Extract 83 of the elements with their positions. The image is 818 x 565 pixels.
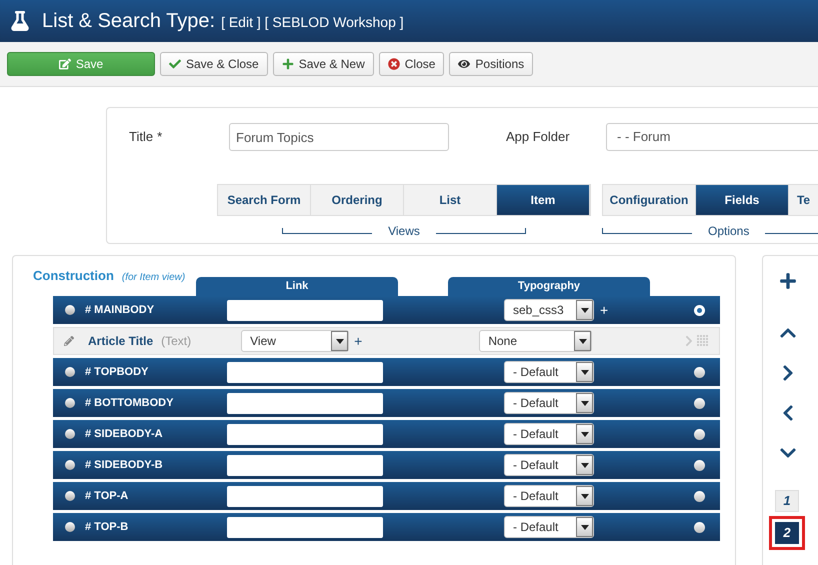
toolbar-button[interactable]: Close bbox=[378, 52, 444, 76]
position-radio[interactable] bbox=[694, 522, 705, 532]
link-input[interactable] bbox=[227, 516, 383, 538]
caret-icon bbox=[576, 424, 593, 444]
expand-toggle[interactable] bbox=[65, 522, 75, 532]
link-select[interactable]: View bbox=[241, 330, 350, 352]
construction-title: Construction bbox=[33, 267, 114, 285]
expand-toggle[interactable] bbox=[65, 398, 75, 408]
title-label: Title bbox=[129, 128, 154, 146]
add-link[interactable]: + bbox=[600, 300, 608, 320]
field-row[interactable]: Article Title (Text) View + None bbox=[53, 327, 720, 355]
typography-select[interactable]: - Default bbox=[504, 516, 594, 538]
position-name: # TOPBODY bbox=[85, 364, 150, 380]
field-type: (Text) bbox=[161, 333, 192, 350]
required-mark: * bbox=[157, 128, 162, 146]
close-icon bbox=[388, 58, 400, 70]
caret-icon bbox=[576, 393, 593, 413]
pencil-icon bbox=[64, 336, 74, 346]
view-tab[interactable]: Fields bbox=[696, 185, 789, 215]
view-tab[interactable]: Te bbox=[789, 185, 818, 215]
plus-icon bbox=[282, 58, 294, 70]
add-icon[interactable] bbox=[779, 272, 797, 290]
link-input[interactable] bbox=[227, 486, 383, 506]
expand-toggle[interactable] bbox=[65, 305, 75, 315]
position-name: # SIDEBODY-B bbox=[85, 458, 164, 473]
app-folder-select[interactable]: - - Forum bbox=[606, 123, 818, 151]
expand-toggle[interactable] bbox=[65, 367, 75, 377]
link-input[interactable] bbox=[227, 300, 383, 320]
position-radio[interactable] bbox=[694, 398, 705, 408]
typography-select[interactable]: - Default bbox=[504, 485, 594, 507]
app-folder-label: App Folder bbox=[506, 128, 571, 146]
title-input[interactable]: Forum Topics bbox=[229, 123, 449, 151]
caret-icon bbox=[331, 331, 348, 351]
expand-toggle[interactable] bbox=[65, 491, 75, 501]
view-tab[interactable]: Ordering bbox=[311, 185, 404, 215]
position-radio[interactable] bbox=[694, 460, 705, 470]
position-radio[interactable] bbox=[694, 304, 705, 316]
link-input[interactable] bbox=[227, 454, 383, 476]
position-radio[interactable] bbox=[694, 428, 705, 440]
typography-select[interactable]: seb_css3 bbox=[504, 299, 594, 321]
group-label: Options bbox=[708, 223, 750, 240]
check-icon bbox=[169, 58, 181, 70]
view-tab[interactable]: List bbox=[404, 185, 497, 215]
page-title: List & Search Type: bbox=[42, 9, 216, 34]
expand-toggle[interactable] bbox=[65, 460, 75, 470]
typography-select[interactable]: - Default bbox=[504, 361, 594, 383]
position-name: # SIDEBODY-A bbox=[85, 426, 164, 442]
typography-select[interactable]: - Default bbox=[504, 454, 594, 476]
typography-select[interactable]: - Default bbox=[504, 423, 594, 445]
position-radio[interactable] bbox=[694, 490, 705, 502]
position-radio[interactable] bbox=[694, 366, 705, 378]
caret-icon bbox=[576, 300, 593, 320]
view-tab[interactable]: Search Form bbox=[218, 185, 311, 215]
toolbar-button[interactable]: Save & Close bbox=[160, 52, 268, 76]
caret-icon bbox=[576, 486, 593, 506]
add-link[interactable]: + bbox=[354, 330, 362, 352]
page-button[interactable]: 1 bbox=[775, 490, 799, 512]
caret-icon bbox=[576, 455, 593, 475]
typography-select[interactable]: - Default bbox=[504, 392, 594, 414]
toolbar-button[interactable]: Save & New bbox=[272, 52, 374, 76]
position-name: # MAINBODY bbox=[85, 302, 156, 318]
view-tab[interactable]: Item bbox=[497, 185, 590, 215]
edit-icon bbox=[58, 58, 71, 70]
group-label: Views bbox=[388, 223, 420, 240]
link-input[interactable] bbox=[227, 362, 383, 382]
position-name: # TOP-B bbox=[85, 520, 130, 535]
page-button[interactable]: 2 bbox=[775, 522, 799, 544]
construction-subtitle: (for Item view) bbox=[122, 271, 186, 285]
position-name: # BOTTOMBODY bbox=[85, 396, 174, 411]
caret-icon bbox=[576, 362, 593, 382]
field-name: Article Title bbox=[88, 333, 154, 350]
caret-icon bbox=[576, 517, 593, 537]
link-input[interactable] bbox=[227, 424, 383, 444]
expand-toggle[interactable] bbox=[65, 429, 75, 439]
position-name: # TOP-A bbox=[85, 488, 130, 504]
view-tab[interactable]: Configuration bbox=[603, 185, 696, 215]
toolbar-button[interactable]: Positions bbox=[449, 52, 534, 76]
caret-icon bbox=[574, 331, 592, 351]
typography-select[interactable]: None bbox=[479, 330, 592, 352]
link-input[interactable] bbox=[227, 392, 383, 414]
eye-icon bbox=[458, 58, 470, 70]
drag-handle-icon[interactable] bbox=[697, 335, 709, 347]
page-subtitle: [ Edit ] [ SEBLOD Workshop ] bbox=[221, 13, 404, 32]
